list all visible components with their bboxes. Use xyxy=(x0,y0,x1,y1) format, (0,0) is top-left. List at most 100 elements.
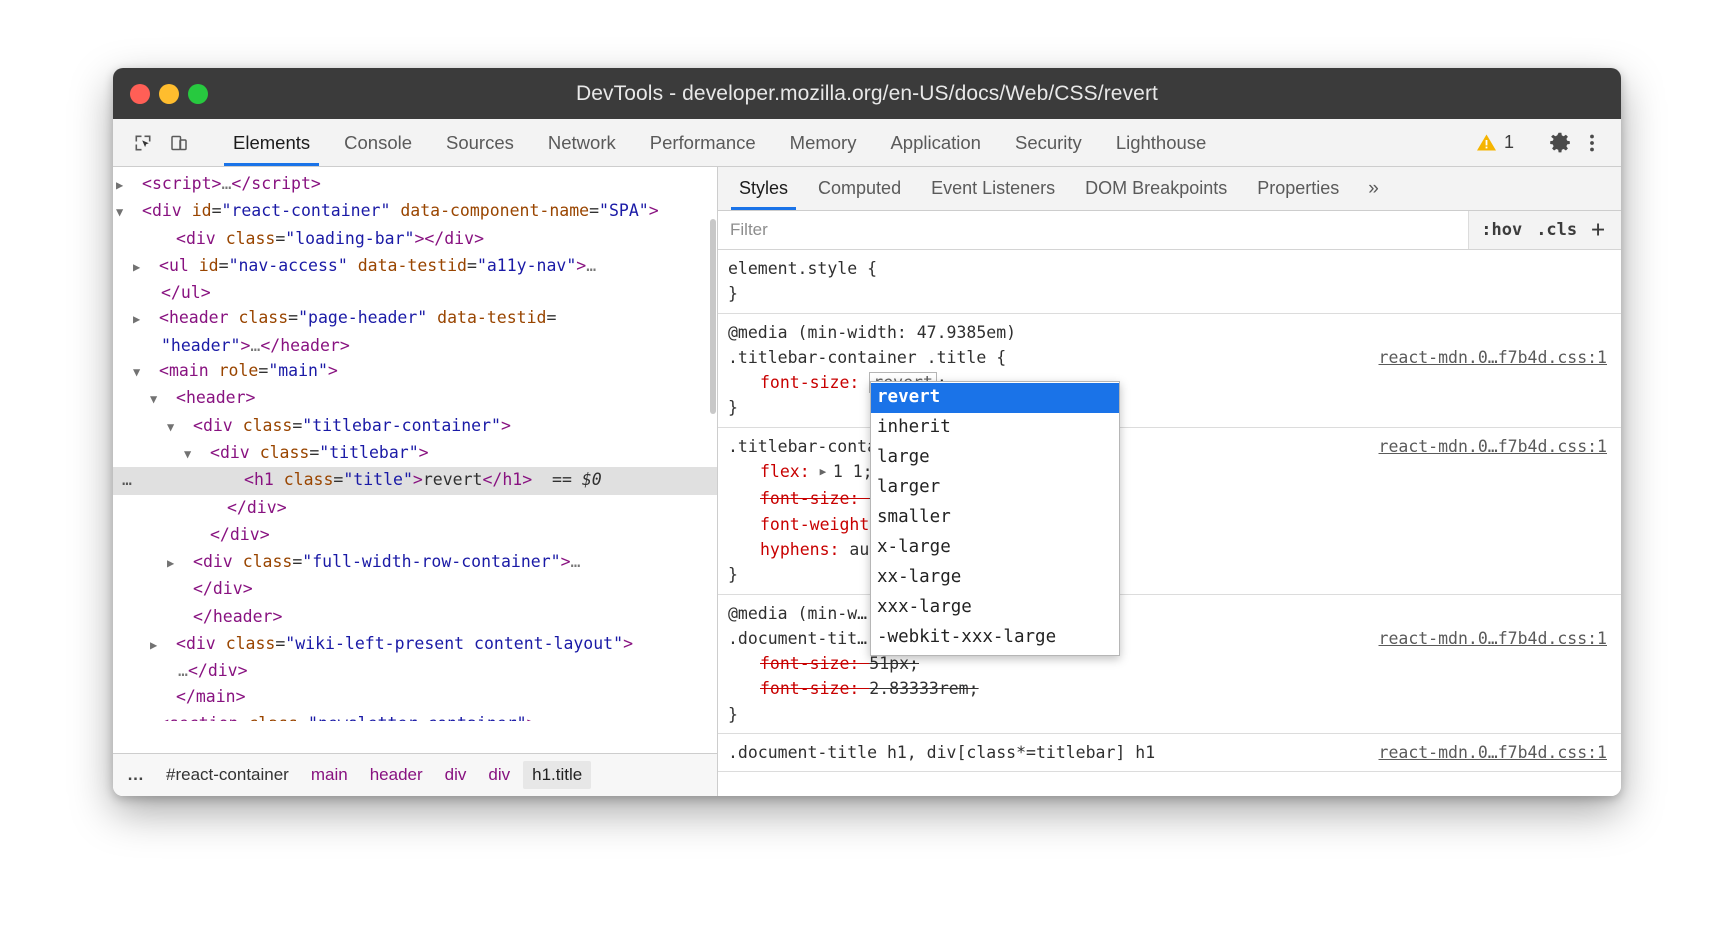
breadcrumb-item[interactable]: #react-container xyxy=(157,761,298,789)
twisty-expanded-icon[interactable]: ▼ xyxy=(164,387,176,412)
dom-node[interactable]: </div> xyxy=(113,576,717,603)
dom-node-selected[interactable]: … <h1 class="title">revert</h1> == $0 xyxy=(113,467,717,494)
css-declaration[interactable]: font-size: revert; xyxy=(726,370,1621,395)
kebab-menu-icon[interactable] xyxy=(1577,128,1607,158)
css-declaration[interactable]: font-weight: ; xyxy=(726,512,1621,537)
dom-tree-scrollbar[interactable] xyxy=(710,173,716,747)
autocomplete-option[interactable]: larger xyxy=(871,473,1119,503)
titlebar-container-title-rule-2[interactable]: react-mdn.0…f7b4d.css:1.titlebar-contain… xyxy=(718,428,1621,595)
css-property-name[interactable]: font-size: xyxy=(760,679,869,698)
dom-node[interactable]: ▶<section class="newsletter-container"> xyxy=(113,711,717,721)
autocomplete-option[interactable]: -webkit-xxx-large xyxy=(871,623,1119,653)
autocomplete-option[interactable]: large xyxy=(871,443,1119,473)
dom-node[interactable]: </main> xyxy=(113,684,717,711)
element-style-rule[interactable]: element.style {} xyxy=(718,250,1621,314)
device-toolbar-icon[interactable] xyxy=(164,128,194,158)
twisty-expanded-icon[interactable]: ▼ xyxy=(181,415,193,440)
tab-performance[interactable]: Performance xyxy=(633,119,773,166)
breadcrumb-item[interactable]: div xyxy=(479,761,519,789)
css-property-name[interactable]: font-size: xyxy=(760,654,869,673)
font-size-value-autocomplete[interactable]: revertinheritlargelargersmallerx-largexx… xyxy=(870,381,1120,656)
warning-indicator[interactable]: 1 xyxy=(1466,132,1524,153)
dom-node-badge[interactable]: … xyxy=(122,467,133,492)
twisty-collapsed-icon[interactable]: ▶ xyxy=(181,551,193,576)
tab-memory[interactable]: Memory xyxy=(773,119,874,166)
tab-styles[interactable]: Styles xyxy=(724,167,803,210)
tab-dom-breakpoints[interactable]: DOM Breakpoints xyxy=(1070,167,1242,210)
css-property-name[interactable]: flex: xyxy=(760,462,820,481)
breadcrumb-item[interactable]: main xyxy=(302,761,357,789)
dom-node[interactable]: <div class="loading-bar"></div> xyxy=(113,226,717,253)
css-property-name[interactable]: font-size: xyxy=(760,489,869,508)
dom-tree[interactable]: ▶<script>…</script>▼<div id="react-conta… xyxy=(113,167,717,753)
inspect-element-icon[interactable] xyxy=(128,128,158,158)
cls-toggle[interactable]: .cls xyxy=(1536,220,1577,240)
breadcrumb-item[interactable]: h1.title xyxy=(523,761,591,789)
css-declaration[interactable]: font-size: ; xyxy=(726,486,1621,511)
autocomplete-option[interactable]: xxx-large xyxy=(871,593,1119,623)
dom-node[interactable]: ▼<main role="main"> xyxy=(113,358,717,385)
autocomplete-option[interactable]: smaller xyxy=(871,503,1119,533)
chevron-double-right-icon[interactable]: » xyxy=(1354,167,1393,210)
css-property-name[interactable]: hyphens: xyxy=(760,540,849,559)
twisty-collapsed-icon[interactable]: ▶ xyxy=(147,307,159,332)
css-property-value[interactable]: 2.83333rem xyxy=(869,679,968,698)
dom-node[interactable]: </header> xyxy=(113,604,717,631)
hov-toggle[interactable]: :hov xyxy=(1481,220,1522,240)
tab-elements[interactable]: Elements xyxy=(216,119,327,166)
tab-event-listeners[interactable]: Event Listeners xyxy=(916,167,1070,210)
tab-security[interactable]: Security xyxy=(998,119,1099,166)
tab-sources[interactable]: Sources xyxy=(429,119,531,166)
dom-node[interactable]: ▶<script>…</script> xyxy=(113,171,717,198)
css-property-name[interactable]: font-size: xyxy=(760,373,869,392)
new-style-rule-button[interactable]: + xyxy=(1591,217,1605,243)
autocomplete-option[interactable]: revert xyxy=(871,383,1119,413)
styles-rules-list[interactable]: element.style {} react-mdn.0…f7b4d.css:1@… xyxy=(718,250,1621,796)
selector-line[interactable]: element.style { xyxy=(726,256,1621,281)
dom-node[interactable]: ▼<div id="react-container" data-componen… xyxy=(113,198,717,225)
dom-node[interactable]: </div> xyxy=(113,495,717,522)
autocomplete-option[interactable]: xx-large xyxy=(871,563,1119,593)
twisty-collapsed-icon[interactable]: ▶ xyxy=(147,255,159,280)
dom-node[interactable]: ▼<div class="titlebar-container"> xyxy=(113,413,717,440)
document-title-h1-rule[interactable]: react-mdn.0…f7b4d.css:1@media (min-w….do… xyxy=(718,595,1621,734)
autocomplete-option[interactable]: x-large xyxy=(871,533,1119,563)
tab-properties[interactable]: Properties xyxy=(1242,167,1354,210)
css-property-value[interactable]: 1 1 xyxy=(833,462,863,481)
dom-node[interactable]: ▶<ul id="nav-access" data-testid="a11y-n… xyxy=(113,253,717,306)
tab-lighthouse[interactable]: Lighthouse xyxy=(1099,119,1224,166)
twisty-collapsed-icon[interactable]: ▶ xyxy=(147,713,159,721)
tab-computed[interactable]: Computed xyxy=(803,167,916,210)
dom-node[interactable]: ▼<header> xyxy=(113,385,717,412)
twisty-collapsed-icon[interactable]: ▶ xyxy=(164,633,176,658)
document-title-h1-rule-2[interactable]: react-mdn.0…f7b4d.css:1.document-title h… xyxy=(718,734,1621,772)
breadcrumb-item[interactable]: div xyxy=(436,761,476,789)
style-source-link[interactable]: react-mdn.0…f7b4d.css:1 xyxy=(1379,345,1607,370)
dom-node[interactable]: ▶<div class="full-width-row-container">… xyxy=(113,549,717,576)
css-declaration[interactable]: hyphens: au; xyxy=(726,537,1621,562)
css-property-value[interactable]: au xyxy=(849,540,869,559)
tab-console[interactable]: Console xyxy=(327,119,429,166)
twisty-expanded-icon[interactable]: ▼ xyxy=(130,200,142,225)
expand-shorthand-icon[interactable]: ▶ xyxy=(820,459,833,484)
dom-node[interactable]: </div> xyxy=(113,522,717,549)
breadcrumb-overflow[interactable]: … xyxy=(125,765,153,785)
close-window-button[interactable] xyxy=(130,84,150,104)
css-declaration[interactable]: font-size: 51px; xyxy=(726,651,1621,676)
autocomplete-option[interactable]: inherit xyxy=(871,413,1119,443)
twisty-expanded-icon[interactable]: ▼ xyxy=(147,360,159,385)
minimize-window-button[interactable] xyxy=(159,84,179,104)
css-declaration[interactable]: font-size: 2.83333rem; xyxy=(726,676,1621,701)
tab-network[interactable]: Network xyxy=(531,119,633,166)
tab-application[interactable]: Application xyxy=(873,119,998,166)
css-property-value[interactable]: 51px xyxy=(869,654,909,673)
style-source-link[interactable]: react-mdn.0…f7b4d.css:1 xyxy=(1379,740,1607,765)
dom-node[interactable]: ▶<header class="page-header" data-testid… xyxy=(113,305,717,358)
twisty-expanded-icon[interactable]: ▼ xyxy=(198,442,210,467)
maximize-window-button[interactable] xyxy=(188,84,208,104)
style-source-link[interactable]: react-mdn.0…f7b4d.css:1 xyxy=(1379,434,1607,459)
breadcrumb-item[interactable]: header xyxy=(361,761,432,789)
gear-icon[interactable] xyxy=(1545,128,1575,158)
styles-filter-input[interactable] xyxy=(718,219,1468,241)
dom-node[interactable]: ▶<div class="wiki-left-present content-l… xyxy=(113,631,717,684)
